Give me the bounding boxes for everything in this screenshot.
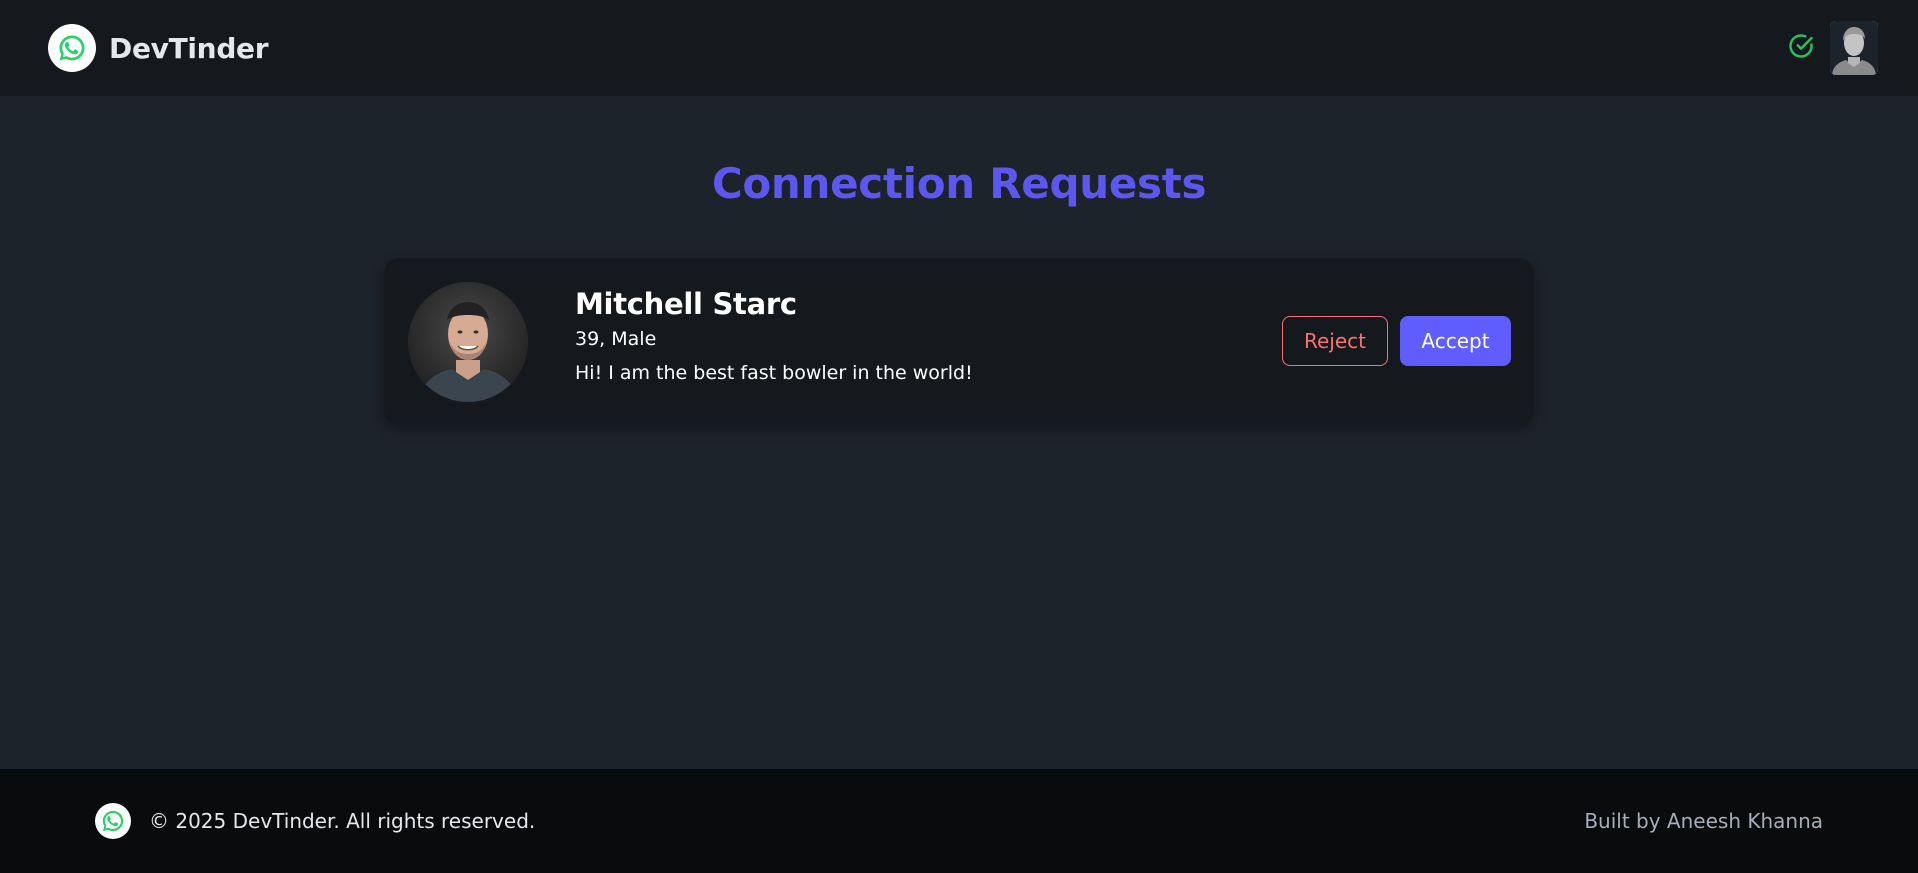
connection-request-card: Mitchell Starc 39, Male Hi! I am the bes… xyxy=(384,258,1534,425)
brand-name: DevTinder xyxy=(109,31,269,65)
request-age-gender: 39, Male xyxy=(575,328,657,350)
check-circle-icon xyxy=(1786,31,1816,65)
footer-left: © 2025 DevTinder. All rights reserved. xyxy=(95,803,535,839)
navbar-right xyxy=(1786,21,1878,75)
page-title: Connection Requests xyxy=(711,159,1207,208)
footer-credit: Built by Aneesh Khanna xyxy=(1584,809,1823,833)
accept-button[interactable]: Accept xyxy=(1400,316,1511,366)
footer-copyright: © 2025 DevTinder. All rights reserved. xyxy=(149,809,536,833)
footer: © 2025 DevTinder. All rights reserved. B… xyxy=(0,769,1918,873)
whatsapp-logo-icon xyxy=(48,24,96,72)
user-avatar-button[interactable] xyxy=(1830,21,1878,75)
brand-link[interactable]: DevTinder xyxy=(48,24,269,72)
request-name: Mitchell Starc xyxy=(575,287,797,321)
main-content: Connection Requests Mitchell Starc 39, M… xyxy=(0,96,1918,769)
reject-button[interactable]: Reject xyxy=(1282,316,1388,366)
request-about: Hi! I am the best fast bowler in the wor… xyxy=(575,362,973,384)
user-avatar-icon xyxy=(1830,21,1878,75)
navbar: DevTinder xyxy=(0,0,1918,96)
request-avatar xyxy=(408,282,528,402)
whatsapp-footer-icon xyxy=(95,803,131,839)
request-actions: Reject Accept xyxy=(1282,316,1511,366)
request-info: Mitchell Starc 39, Male Hi! I am the bes… xyxy=(575,286,973,386)
